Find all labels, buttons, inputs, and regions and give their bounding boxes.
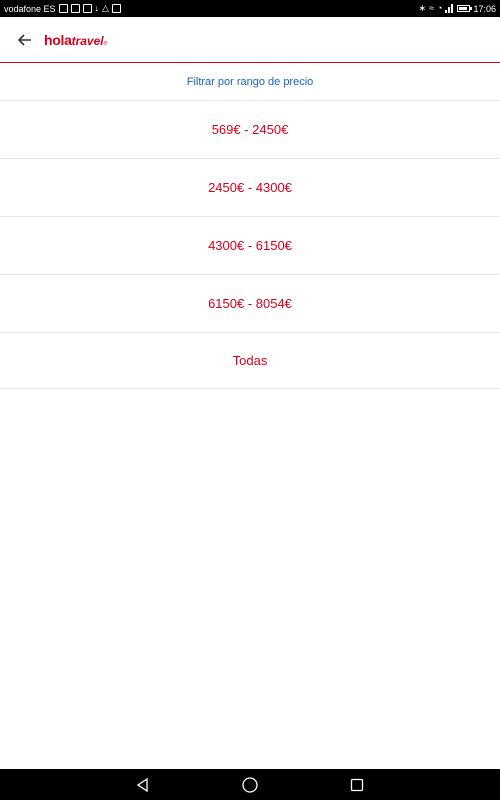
price-range-option-4[interactable]: 6150€ - 8054€ xyxy=(0,275,500,333)
price-range-option-1[interactable]: 569€ - 2450€ xyxy=(0,101,500,159)
signal-icon xyxy=(445,4,454,13)
price-filter-list: Filtrar por rango de precio 569€ - 2450€… xyxy=(0,63,500,389)
status-left: vodafone ES ↓ △ xyxy=(4,4,121,14)
status-bar: vodafone ES ↓ △ ∗ ≈ ◔ 17:06 xyxy=(0,0,500,17)
carrier-label: vodafone ES xyxy=(4,3,56,14)
skype-icon xyxy=(58,4,68,13)
bluetooth-icon: ∗ xyxy=(418,3,427,13)
price-range-option-all[interactable]: Todas xyxy=(0,333,500,389)
filter-title: Filtrar por rango de precio xyxy=(0,63,500,101)
back-button[interactable] xyxy=(14,29,36,51)
arrow-back-icon xyxy=(18,33,31,46)
triangle-back-icon xyxy=(137,777,148,792)
status-time: 17:06 xyxy=(473,3,496,14)
nav-recents-button[interactable] xyxy=(347,775,367,795)
image-icon xyxy=(82,4,92,13)
logo-travel-text: travel xyxy=(71,33,104,48)
logo-registered-mark: ® xyxy=(103,40,108,47)
status-right: ∗ ≈ ◔ 17:06 xyxy=(419,4,496,14)
battery-icon xyxy=(457,5,473,12)
holatravel-logo: hola travel ® xyxy=(44,32,107,48)
logo-hola-text: hola xyxy=(44,31,72,48)
circle-home-icon xyxy=(242,776,258,793)
nav-home-button[interactable] xyxy=(240,775,260,795)
price-range-option-2[interactable]: 2450€ - 4300€ xyxy=(0,159,500,217)
square-recents-icon xyxy=(350,778,363,791)
wifi-icon: ◔ xyxy=(437,3,443,13)
notification-icon xyxy=(70,4,80,13)
price-range-option-3[interactable]: 4300€ - 6150€ xyxy=(0,217,500,275)
download-icon: ↓ xyxy=(94,3,100,13)
vibrate-icon: ≈ xyxy=(429,3,435,13)
gallery-icon xyxy=(111,4,121,13)
system-nav-bar xyxy=(0,769,500,800)
app-bar: hola travel ® xyxy=(0,17,500,62)
nav-back-button[interactable] xyxy=(133,775,153,795)
drive-icon: △ xyxy=(102,3,109,13)
